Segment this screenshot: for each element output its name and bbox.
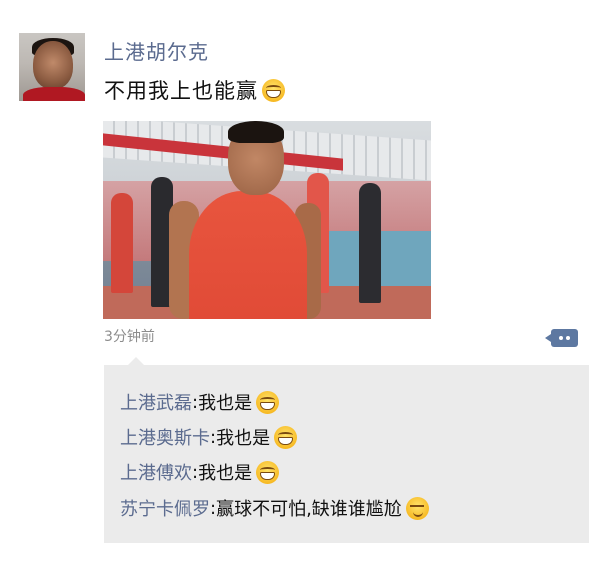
comment-author[interactable]: 上港奥斯卡 <box>120 424 210 450</box>
dot-icon <box>566 336 570 340</box>
comment-item[interactable]: 上港傅欢: 我也是 <box>120 459 280 485</box>
comment-text: 赢球不可怕,缺谁谁尴尬 <box>216 499 402 520</box>
comment-text: 我也是 <box>198 463 253 484</box>
avatar-shirt <box>23 87 85 101</box>
comment-action-button[interactable] <box>545 329 578 347</box>
comment-author[interactable]: 苏宁卡佩罗 <box>120 495 210 521</box>
photo-bg-player <box>359 183 381 303</box>
avatar-face <box>33 41 73 89</box>
post-username[interactable]: 上港胡尔克 <box>104 36 209 65</box>
grin-emoji-icon <box>262 78 285 102</box>
grin-emoji-icon <box>256 390 280 414</box>
post-timestamp: 3分钟前 <box>104 329 155 345</box>
photo-bg-player <box>111 193 133 293</box>
comment-text: 我也是 <box>216 428 271 449</box>
photo-player-jersey <box>189 191 307 319</box>
dot-icon <box>559 336 563 340</box>
post-text: 不用我上也能赢 <box>104 75 285 105</box>
post-photo[interactable] <box>103 121 431 319</box>
smirk-emoji-icon <box>405 496 429 520</box>
comments-panel: 上港武磊: 我也是 上港奥斯卡: 我也是 上港傅欢: 我也是 苏宁卡佩罗: 赢球… <box>104 357 589 543</box>
comment-text: 我也是 <box>198 393 253 414</box>
post-text-content: 不用我上也能赢 <box>104 79 258 103</box>
comment-item[interactable]: 上港武磊: 我也是 <box>120 389 280 415</box>
comment-item[interactable]: 上港奥斯卡: 我也是 <box>120 424 298 450</box>
grin-emoji-icon <box>256 460 280 484</box>
comment-item[interactable]: 苏宁卡佩罗: 赢球不可怕,缺谁谁尴尬 <box>120 495 429 521</box>
avatar[interactable] <box>19 33 85 101</box>
comment-author[interactable]: 上港武磊 <box>120 389 192 415</box>
comment-author[interactable]: 上港傅欢 <box>120 459 192 485</box>
photo-player-hair <box>228 121 284 143</box>
grin-emoji-icon <box>274 425 298 449</box>
